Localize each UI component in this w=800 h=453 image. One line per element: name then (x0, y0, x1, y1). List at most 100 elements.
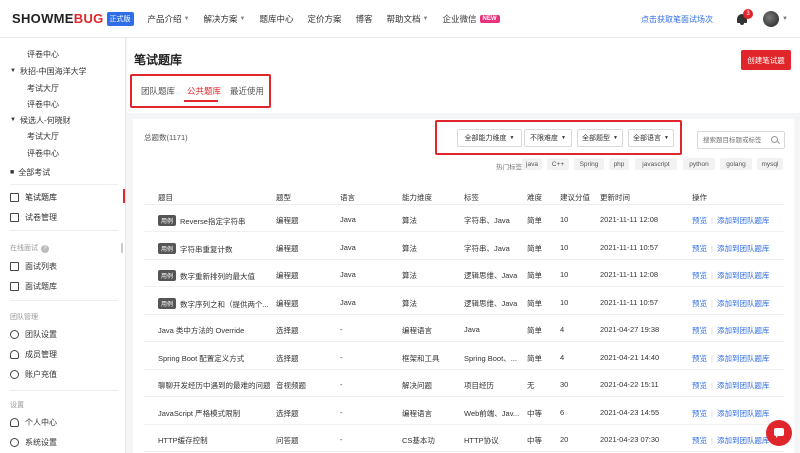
add-to-team-bank-link[interactable]: 添加到团队题库 (717, 299, 770, 308)
cell-ability: 编程语言 (402, 408, 432, 418)
hot-tag[interactable]: mysql (757, 158, 783, 170)
sidebar-item-review-center[interactable]: 评卷中心 (0, 97, 125, 111)
cell-updated: 2021-11-11 12:08 (600, 215, 659, 224)
preview-link[interactable]: 预览 (692, 271, 707, 280)
table-row[interactable]: 用例 Reverse指定字符串 编程题 Java 算法 字符串、Java 简单 10 2021-… (144, 205, 784, 232)
add-to-team-bank-link[interactable]: 添加到团队题库 (717, 436, 770, 445)
difficulty-filter-select[interactable]: 不限难度 ▼ (524, 129, 572, 147)
preview-link[interactable]: 预览 (692, 299, 707, 308)
table-row[interactable]: 聊聊开发经历中遇到的最难的问题 音视频题 - 解决问题 项目经历 无 30 2021-04-2… (144, 370, 784, 397)
chat-support-button[interactable] (766, 420, 792, 446)
add-to-team-bank-link[interactable]: 添加到团队题库 (717, 244, 770, 253)
cell-actions: 预览 | 添加到团队题库 (692, 325, 769, 336)
caret-down-icon: ▼ (10, 117, 16, 123)
hot-tag[interactable]: golang (720, 158, 752, 170)
sidebar-item-review-center[interactable]: 评卷中心 (0, 47, 125, 61)
create-question-button[interactable]: 创建笔试题 (741, 50, 791, 70)
sidebar-item-interview-list[interactable]: 面试列表 (0, 259, 125, 273)
add-to-team-bank-link[interactable]: 添加到团队题库 (717, 216, 770, 225)
cell-score: 20 (560, 435, 569, 444)
sidebar-item-exam-hall[interactable]: 考试大厅 (0, 129, 125, 143)
user-avatar[interactable] (763, 11, 780, 27)
add-to-team-bank-link[interactable]: 添加到团队题库 (717, 271, 770, 280)
table-row[interactable]: Java 类中方法的 Override 选择题 - 编程语言 Java 简单 4 2021-0… (144, 315, 784, 342)
sidebar-item-profile[interactable]: 个人中心 (0, 415, 125, 429)
action-separator: | (711, 243, 713, 253)
caret-down-icon: ▼ (509, 135, 515, 141)
nav-item[interactable]: 产品介绍 ▼ (148, 13, 190, 25)
hot-tag[interactable]: java (522, 158, 542, 170)
add-to-team-bank-link[interactable]: 添加到团队题库 (717, 381, 770, 390)
cell-lang: - (340, 435, 343, 444)
table-row[interactable]: 用例 字符串重复计数 编程题 Java 算法 字符串、Java 简单 10 2021-11-11… (144, 233, 784, 260)
preview-link[interactable]: 预览 (692, 244, 707, 253)
cell-actions: 预览 | 添加到团队题库 (692, 215, 769, 226)
cell-tags: HTTP协议 (464, 436, 499, 445)
cell-type: 选择题 (276, 408, 299, 418)
sidebar-item-review-center[interactable]: 评卷中心 (0, 146, 125, 160)
nav-item[interactable]: 题库中心 (259, 13, 293, 25)
cell-actions: 预览 | 添加到团队题库 (692, 408, 769, 419)
preview-link[interactable]: 预览 (692, 326, 707, 335)
sidebar-item-written-bank[interactable]: 笔试题库 (0, 190, 125, 204)
sidebar-scrollbar[interactable] (121, 243, 123, 253)
preview-link[interactable]: 预览 (692, 354, 707, 363)
table-row[interactable]: HTTP缓存控制 问答题 - CS基本功 HTTP协议 中等 20 2021-04-23 07… (144, 425, 784, 452)
sidebar-item-candidate-exam[interactable]: ▼ 候选人-何晓财 (0, 113, 125, 127)
tab-recent[interactable]: 最近使用 (230, 85, 264, 97)
cell-score: 30 (560, 380, 569, 389)
preview-link[interactable]: 预览 (692, 216, 707, 225)
action-separator: | (711, 408, 713, 418)
nav-item[interactable]: 解决方案 ▼ (204, 13, 246, 25)
hot-tag[interactable]: C++ (547, 158, 569, 170)
hot-tag[interactable]: javascript (635, 158, 677, 170)
sidebar-item-members[interactable]: 成员管理 (0, 347, 125, 361)
search-icon[interactable] (771, 136, 778, 143)
sidebar-item-system-settings[interactable]: 系统设置 (0, 435, 125, 449)
tab-public-bank[interactable]: 公共题库 (187, 85, 221, 97)
table-row[interactable]: 用例 数字序列之和（提供两个... 编程题 Java 算法 逻辑思维、Java 简单 10 20… (144, 288, 784, 315)
sidebar-item-recharge[interactable]: 账户充值 (0, 367, 125, 381)
add-to-team-bank-link[interactable]: 添加到团队题库 (717, 354, 770, 363)
nav-item[interactable]: 博客 (356, 13, 373, 25)
language-filter-select[interactable]: 全部语言 ▼ (628, 129, 674, 147)
table-row[interactable]: Spring Boot 配置定义方式 选择题 - 框架和工具 Spring Boot、.… (144, 343, 784, 370)
brand-logo[interactable]: SHOWMEBUG 正式版 (12, 11, 134, 26)
cell-difficulty: 简单 (527, 216, 542, 225)
cell-difficulty: 简单 (527, 271, 542, 280)
sidebar-item-team-settings[interactable]: 团队设置 (0, 327, 125, 341)
hot-tag[interactable]: python (683, 158, 715, 170)
sidebar-item-interview-bank[interactable]: 面试题库 (0, 279, 125, 293)
bullet-icon: ■ (10, 168, 15, 176)
column-header: 建议分值 (560, 193, 590, 202)
cell-tags: 项目经历 (464, 381, 494, 390)
add-to-team-bank-link[interactable]: 添加到团队题库 (717, 409, 770, 418)
sidebar-item-campus-exam[interactable]: ▼ 秋招-中国海洋大学 (0, 64, 125, 78)
ability-filter-select[interactable]: 全部能力维度 ▼ (457, 129, 522, 147)
get-interview-quota-link[interactable]: 点击获取笔面试场次 (641, 14, 713, 25)
preview-link[interactable]: 预览 (692, 409, 707, 418)
tab-team-bank[interactable]: 团队题库 (141, 85, 175, 97)
preview-link[interactable]: 预览 (692, 436, 707, 445)
table-row[interactable]: JavaScript 严格模式限制 选择题 - 编程语言 Web前端、Jav... 中等 6… (144, 398, 784, 425)
notification-bell-icon[interactable]: 3 (735, 9, 754, 26)
column-header: 能力维度 (402, 193, 432, 202)
add-to-team-bank-link[interactable]: 添加到团队题库 (717, 326, 770, 335)
nav-item[interactable]: 定价方案 (308, 13, 342, 25)
sidebar-item-exam-hall[interactable]: 考试大厅 (0, 81, 125, 95)
column-header: 标签 (464, 193, 479, 202)
table-row[interactable]: 用例 数字重新排列的最大值 编程题 Java 算法 逻辑思维、Java 简单 10 2021-1… (144, 260, 784, 287)
cell-tags: 字符串、Java (464, 243, 510, 253)
nav-item[interactable]: 企业微信 NEW (443, 13, 500, 25)
hot-tag[interactable]: Spring (574, 158, 604, 170)
help-icon[interactable]: ? (41, 245, 49, 253)
sidebar-item-all-exams[interactable]: ■ 全部考试 (0, 165, 125, 179)
cell-title: 用例 字符串重复计数 (158, 242, 233, 255)
nav-item[interactable]: 帮助文档 ▼ (387, 13, 429, 25)
type-filter-select[interactable]: 全部题型 ▼ (577, 129, 623, 147)
hot-tag[interactable]: php (609, 158, 629, 170)
preview-link[interactable]: 预览 (692, 381, 707, 390)
sidebar-item-paper-manage[interactable]: 试卷管理 (0, 210, 125, 224)
caret-down-icon: ▼ (10, 68, 16, 74)
chevron-down-icon[interactable]: ▼ (782, 16, 788, 22)
